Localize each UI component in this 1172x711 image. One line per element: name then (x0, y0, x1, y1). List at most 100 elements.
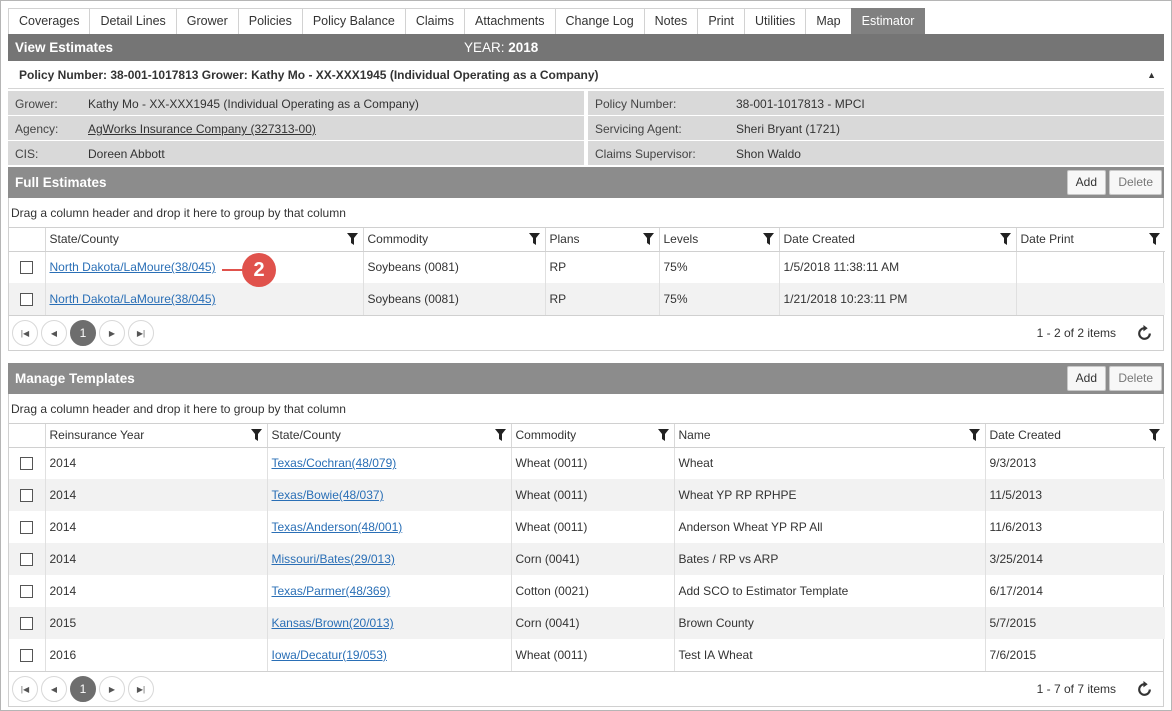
prev-page-icon[interactable]: ◀ (41, 676, 67, 702)
policy-summary-bar[interactable]: Policy Number: 38-001-1017813 Grower: Ka… (8, 61, 1164, 89)
row-checkbox[interactable] (20, 553, 34, 567)
refresh-icon[interactable] (1136, 681, 1153, 698)
table-row[interactable]: 2014 Texas/Cochran(48/079) Wheat (0011) … (9, 447, 1165, 479)
state-county-link[interactable]: Iowa/Decatur(19/053) (272, 648, 387, 662)
filter-icon[interactable] (346, 233, 358, 245)
row-checkbox[interactable] (20, 457, 34, 471)
delete-estimate-button[interactable]: Delete (1109, 170, 1162, 195)
state-county-link[interactable]: Texas/Anderson(48/001) (272, 520, 403, 534)
tab-detail-lines[interactable]: Detail Lines (89, 8, 177, 34)
tab-grower[interactable]: Grower (175, 8, 239, 34)
tab-policies[interactable]: Policies (237, 8, 303, 34)
table-row[interactable]: North Dakota/LaMoure(38/045) Soybeans (0… (9, 251, 1165, 283)
column-header-date-print[interactable]: Date Print (1015, 228, 1165, 252)
filter-icon[interactable] (528, 233, 540, 245)
commodity-cell: Cotton (0021) (510, 575, 674, 607)
policy-number-label: Policy Number: (595, 97, 677, 111)
table-row[interactable]: 2014 Texas/Parmer(48/369) Cotton (0021) … (9, 575, 1165, 607)
filter-icon[interactable] (250, 429, 262, 441)
state-county-link[interactable]: Kansas/Brown(20/013) (272, 616, 394, 630)
collapse-caret-icon[interactable]: ▲ (1147, 70, 1156, 80)
tab-utilities[interactable]: Utilities (744, 8, 807, 34)
table-row[interactable]: 2014 Texas/Bowie(48/037) Wheat (0011) Wh… (9, 479, 1165, 511)
add-template-button[interactable]: Add (1066, 366, 1106, 391)
column-header-reinsurance-year[interactable]: Reinsurance Year (44, 424, 267, 448)
filter-icon[interactable] (657, 429, 669, 441)
column-header-plans[interactable]: Plans (544, 228, 659, 252)
group-drop-area[interactable]: Drag a column header and drop it here to… (9, 198, 1163, 228)
column-header-date-created[interactable]: Date Created (984, 424, 1165, 448)
filter-icon[interactable] (642, 233, 654, 245)
current-page-button[interactable]: 1 (70, 320, 96, 346)
next-page-icon[interactable]: ▶ (99, 320, 125, 346)
tab-attachments[interactable]: Attachments (464, 8, 556, 34)
year-label: YEAR: (464, 40, 505, 55)
column-header-levels[interactable]: Levels (658, 228, 779, 252)
tab-coverages[interactable]: Coverages (8, 8, 91, 34)
table-row[interactable]: 2016 Iowa/Decatur(19/053) Wheat (0011) T… (9, 639, 1165, 671)
table-row[interactable]: North Dakota/LaMoure(38/045) Soybeans (0… (9, 283, 1165, 315)
column-header-commodity[interactable]: Commodity (362, 228, 545, 252)
filter-icon[interactable] (999, 233, 1011, 245)
last-page-icon[interactable]: ▶| (128, 320, 154, 346)
manage-templates-header: Manage Templates Add Delete (8, 363, 1164, 394)
state-county-link[interactable]: Texas/Cochran(48/079) (272, 456, 397, 470)
row-checkbox[interactable] (20, 521, 34, 535)
column-header-state-county[interactable]: State/County (266, 424, 511, 448)
items-count: 1 - 7 of 7 items (1036, 682, 1116, 696)
first-page-icon[interactable]: |◀ (12, 320, 38, 346)
row-checkbox[interactable] (20, 585, 34, 599)
date-created-cell: 5/7/2015 (984, 607, 1165, 639)
last-page-icon[interactable]: ▶| (128, 676, 154, 702)
state-county-cell: Texas/Cochran(48/079) (266, 447, 511, 479)
table-row[interactable]: 2014 Texas/Anderson(48/001) Wheat (0011)… (9, 511, 1165, 543)
tab-policy-balance[interactable]: Policy Balance (301, 8, 406, 34)
tab-change-log[interactable]: Change Log (554, 8, 645, 34)
filter-icon[interactable] (1149, 429, 1160, 441)
table-row[interactable]: 2014 Missouri/Bates(29/013) Corn (0041) … (9, 543, 1165, 575)
filter-icon[interactable] (762, 233, 774, 245)
next-page-icon[interactable]: ▶ (99, 676, 125, 702)
row-checkbox[interactable] (20, 649, 34, 663)
tab-claims[interactable]: Claims (404, 8, 466, 34)
cis-label: CIS: (15, 147, 39, 161)
commodity-cell: Wheat (0011) (510, 447, 674, 479)
name-cell: Brown County (673, 607, 985, 639)
row-checkbox[interactable] (20, 261, 34, 275)
column-header-commodity[interactable]: Commodity (510, 424, 674, 448)
state-county-link[interactable]: Texas/Bowie(48/037) (272, 488, 384, 502)
plans-cell: RP (544, 251, 659, 283)
column-header-date-created[interactable]: Date Created (778, 228, 1016, 252)
prev-page-icon[interactable]: ◀ (41, 320, 67, 346)
current-page-button[interactable]: 1 (70, 676, 96, 702)
state-county-link[interactable]: North Dakota/LaMoure(38/045) (50, 260, 216, 274)
row-checkbox[interactable] (20, 489, 34, 503)
first-page-icon[interactable]: |◀ (12, 676, 38, 702)
state-county-link[interactable]: Texas/Parmer(48/369) (272, 584, 391, 598)
date-created-cell: 11/6/2013 (984, 511, 1165, 543)
agency-row: Agency: AgWorks Insurance Company (32731… (8, 116, 584, 140)
state-county-link[interactable]: North Dakota/LaMoure(38/045) (50, 292, 216, 306)
state-county-link[interactable]: Missouri/Bates(29/013) (272, 552, 395, 566)
filter-icon[interactable] (968, 429, 980, 441)
group-drop-area[interactable]: Drag a column header and drop it here to… (9, 394, 1163, 424)
tab-map[interactable]: Map (805, 8, 852, 34)
full-estimates-table: State/County Commodity Plans Levels Date… (9, 228, 1165, 315)
delete-template-button[interactable]: Delete (1109, 366, 1162, 391)
add-estimate-button[interactable]: Add (1066, 170, 1106, 195)
row-checkbox[interactable] (20, 293, 34, 307)
filter-icon[interactable] (494, 429, 506, 441)
tab-notes[interactable]: Notes (643, 8, 699, 34)
filter-icon[interactable] (1149, 233, 1160, 245)
claims-supervisor-row: Claims Supervisor: Shon Waldo (588, 141, 1164, 165)
agency-link[interactable]: AgWorks Insurance Company (327313-00) (88, 122, 316, 136)
plans-cell: RP (544, 283, 659, 315)
tab-estimator[interactable]: Estimator (850, 8, 926, 34)
select-column-header (9, 424, 45, 448)
refresh-icon[interactable] (1136, 325, 1153, 342)
row-checkbox[interactable] (20, 617, 34, 631)
column-header-name[interactable]: Name (673, 424, 985, 448)
column-header-state-county[interactable]: State/County (44, 228, 363, 252)
table-row[interactable]: 2015 Kansas/Brown(20/013) Corn (0041) Br… (9, 607, 1165, 639)
tab-print[interactable]: Print (697, 8, 746, 34)
